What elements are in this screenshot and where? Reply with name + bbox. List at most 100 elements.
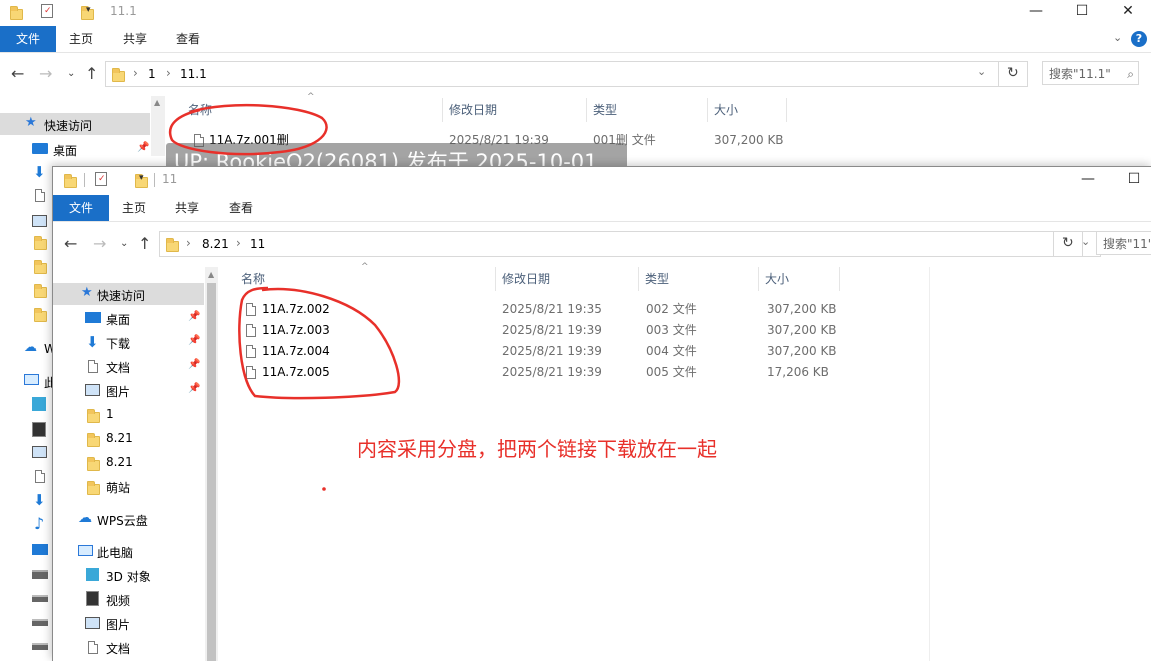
recent-dropdown-icon[interactable]: ⌄: [67, 64, 75, 84]
document-icon: [35, 189, 45, 202]
sidebar-item[interactable]: 桌面 📌: [53, 307, 204, 329]
column-name[interactable]: 名称: [188, 98, 212, 122]
breadcrumb-8-21[interactable]: 8.21: [202, 237, 229, 251]
back-icon[interactable]: ←: [11, 64, 24, 84]
front-titlebar: ✓ ▾ 11 — ☐: [53, 167, 1151, 191]
qat-dropdown-icon[interactable]: ▾: [139, 173, 144, 183]
sidebar-item-label: 视频: [106, 594, 131, 608]
column-type[interactable]: 类型: [645, 267, 669, 291]
sidebar-item-label: 下载: [106, 337, 131, 351]
scrollbar-thumb[interactable]: [207, 283, 216, 661]
breadcrumb-11[interactable]: 11: [250, 237, 265, 251]
sidebar-item[interactable]: 图片 📌: [53, 379, 204, 401]
sidebar-item[interactable]: 1: [53, 403, 204, 425]
cell-type: 004 文件: [646, 344, 697, 358]
sidebar-pc-item[interactable]: 图片: [53, 612, 204, 634]
up-icon[interactable]: ↑: [138, 234, 151, 254]
column-size[interactable]: 大小: [714, 98, 738, 122]
tab-home[interactable]: 主页: [69, 26, 93, 52]
tab-file[interactable]: 文件: [0, 26, 56, 52]
folder-icon: [87, 433, 100, 447]
sort-arrow-icon: ^: [361, 262, 369, 272]
folder-icon: [34, 308, 47, 322]
sidebar-pc-item[interactable]: 文档: [53, 636, 204, 658]
music-icon: ♪: [34, 514, 45, 533]
sidebar-item[interactable]: 萌站: [53, 475, 204, 497]
sidebar-quick-access[interactable]: ★ 快速访问: [53, 283, 204, 305]
back-icon[interactable]: ←: [64, 234, 77, 254]
maximize-button[interactable]: ☐: [1059, 0, 1105, 24]
up-icon[interactable]: ↑: [85, 64, 98, 84]
address-dropdown-icon[interactable]: ⌄: [977, 65, 986, 78]
qat-dropdown-icon[interactable]: ▾: [86, 5, 91, 15]
scroll-up-icon[interactable]: ▲: [154, 98, 160, 107]
sort-arrow-icon: ^: [307, 92, 315, 102]
back-quick-access[interactable]: ★ 快速访问: [0, 113, 150, 135]
tab-file[interactable]: 文件: [53, 195, 109, 221]
folder-icon: [87, 409, 100, 423]
sidebar-item[interactable]: ⬇ 下载 📌: [53, 331, 204, 353]
scroll-up-icon[interactable]: ▲: [208, 270, 214, 279]
sidebar-item-label: 8.21: [106, 431, 133, 445]
sidebar-item[interactable]: 8.21: [53, 427, 204, 449]
pin-icon[interactable]: 📌: [188, 311, 200, 322]
search-input[interactable]: 搜索"11": [1096, 231, 1151, 255]
recent-dropdown-icon[interactable]: ⌄: [120, 234, 128, 254]
back-ribbon: 文件 主页 共享 查看 ⌄ ?: [0, 26, 1151, 53]
properties-icon[interactable]: ✓: [95, 172, 107, 186]
file-row[interactable]: 11A.7z.002 2025/8/21 19:35 002 文件 307,200 K…: [241, 299, 861, 320]
download-icon: ⬇: [33, 491, 46, 509]
tab-home[interactable]: 主页: [122, 195, 146, 221]
pin-icon[interactable]: 📌: [137, 142, 149, 153]
tab-share[interactable]: 共享: [123, 26, 147, 52]
minimize-button[interactable]: —: [1013, 0, 1059, 24]
sidebar-pc-item[interactable]: 3D 对象: [53, 564, 204, 586]
sidebar-item[interactable]: 8.21: [53, 451, 204, 473]
picture-icon: [85, 617, 100, 629]
properties-icon[interactable]: ✓: [41, 4, 53, 18]
pin-icon[interactable]: 📌: [188, 335, 200, 346]
cell-name: 11A.7z.005: [262, 365, 330, 379]
column-name[interactable]: 名称: [241, 267, 265, 291]
minimize-button[interactable]: —: [1065, 168, 1111, 192]
file-row[interactable]: 11A.7z.004 2025/8/21 19:39 004 文件 307,200 K…: [241, 341, 861, 362]
close-button[interactable]: ✕: [1105, 0, 1151, 24]
tab-share[interactable]: 共享: [175, 195, 199, 221]
search-icon: ⌕: [1127, 67, 1134, 81]
breadcrumb-11-1[interactable]: 11.1: [180, 67, 207, 81]
sidebar-item-label: 萌站: [106, 481, 131, 495]
front-window: ✓ ▾ 11 — ☐ 文件 主页 共享 查看 ← → ⌄ ↑ › 8.21 › …: [52, 166, 1151, 661]
sidebar-pc-item[interactable]: 视频: [53, 588, 204, 610]
column-date[interactable]: 修改日期: [449, 98, 497, 122]
column-type[interactable]: 类型: [593, 98, 617, 122]
cell-name: 11A.7z.003: [262, 323, 330, 337]
help-icon[interactable]: ?: [1131, 31, 1147, 47]
file-row[interactable]: 11A.7z.003 2025/8/21 19:39 003 文件 307,200 K…: [241, 320, 861, 341]
address-bar[interactable]: › 1 › 11.1 ⌄: [105, 61, 999, 87]
tab-view[interactable]: 查看: [229, 195, 253, 221]
tab-view[interactable]: 查看: [176, 26, 200, 52]
address-bar[interactable]: › 8.21 › 11 ⌄: [159, 231, 1101, 257]
forward-icon[interactable]: →: [39, 64, 52, 84]
sidebar-wps-cloud[interactable]: ☁ WPS云盘: [53, 508, 204, 530]
search-input[interactable]: 搜索"11.1" ⌕: [1042, 61, 1139, 85]
cell-type: 002 文件: [646, 302, 697, 316]
maximize-button[interactable]: ☐: [1111, 168, 1151, 192]
back-sidebar-desktop[interactable]: 桌面 📌: [0, 138, 150, 160]
refresh-button[interactable]: ↻: [998, 61, 1028, 87]
ribbon-expand-icon[interactable]: ⌄: [1113, 31, 1122, 44]
refresh-icon: ↻: [1007, 65, 1019, 81]
forward-icon[interactable]: →: [93, 234, 106, 254]
cell-size: 307,200 KB: [767, 302, 837, 316]
column-size[interactable]: 大小: [765, 267, 789, 291]
cell-date: 2025/8/21 19:39: [502, 365, 602, 379]
file-icon: [246, 303, 256, 316]
sidebar-this-pc[interactable]: 此电脑: [53, 540, 204, 562]
pin-icon[interactable]: 📌: [188, 359, 200, 370]
pin-icon[interactable]: 📌: [188, 383, 200, 394]
file-row[interactable]: 11A.7z.005 2025/8/21 19:39 005 文件 17,206 KB: [241, 362, 861, 383]
sidebar-item[interactable]: 文档 📌: [53, 355, 204, 377]
refresh-button[interactable]: ↻: [1053, 231, 1083, 257]
breadcrumb-1[interactable]: 1: [148, 67, 156, 81]
column-date[interactable]: 修改日期: [502, 267, 550, 291]
